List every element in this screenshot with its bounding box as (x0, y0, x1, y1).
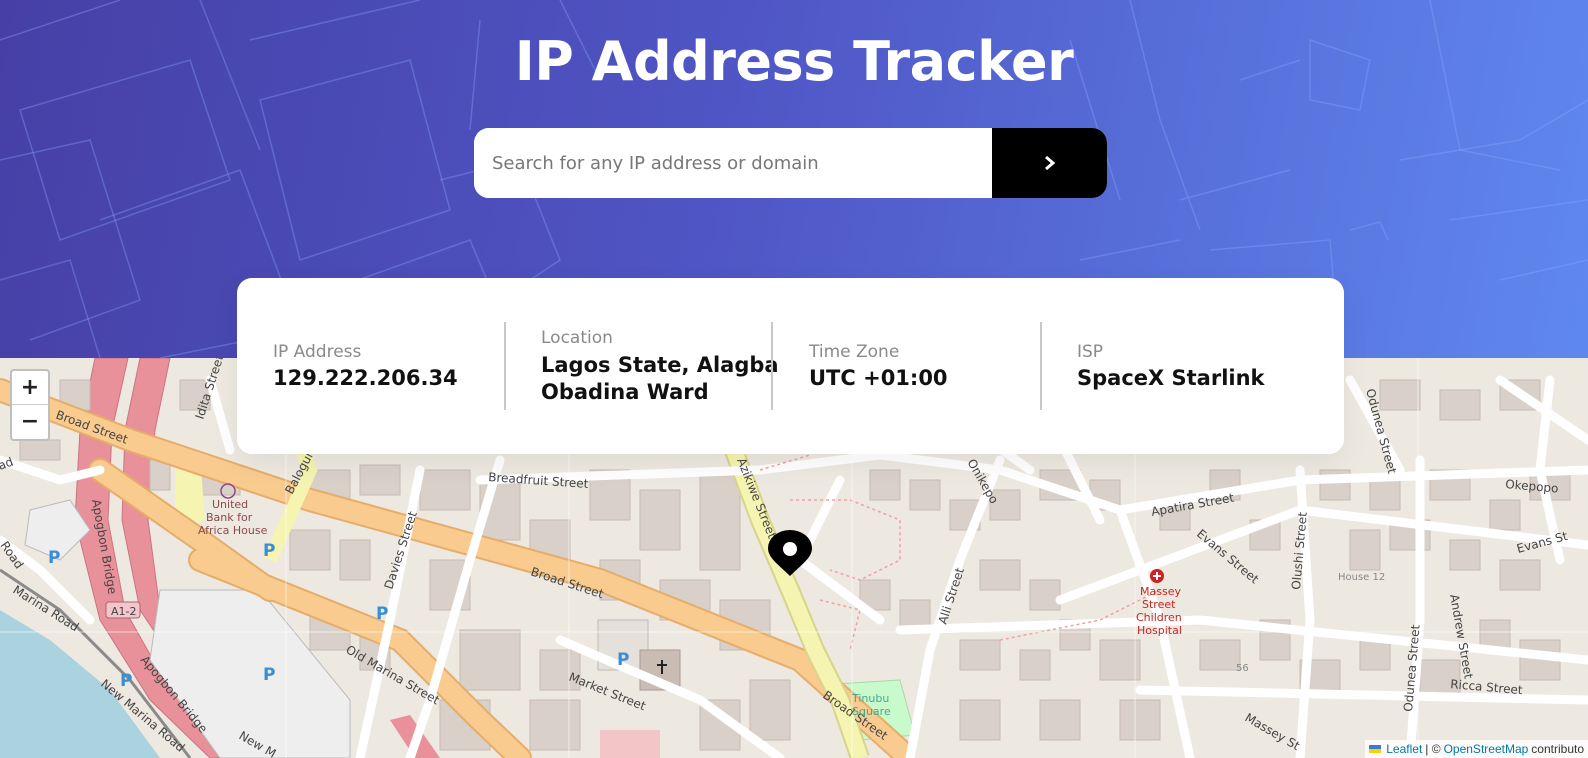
search-input[interactable] (474, 128, 992, 198)
poi-label: Massey (1140, 585, 1181, 598)
timezone-label: Time Zone (809, 342, 900, 362)
house-label: House 12 (1338, 572, 1385, 583)
parking-icon: P (263, 665, 275, 685)
ip-address-value: 129.222.206.34 (273, 366, 458, 390)
location-section: Location Lagos State, Alagba Obadina War… (541, 278, 781, 454)
street-label: Alli Street (936, 566, 967, 626)
parking-icon: P (48, 548, 60, 568)
leaflet-link[interactable]: Leaflet (1386, 742, 1422, 756)
search-submit-button[interactable] (992, 128, 1107, 198)
poi-label: Hospital (1137, 624, 1182, 637)
timezone-value: UTC +01:00 (809, 366, 948, 390)
page-title: IP Address Tracker (514, 30, 1074, 93)
divider (504, 322, 506, 410)
poi-label: Square (852, 705, 891, 718)
location-value-line1: Lagos State, Alagba (541, 353, 779, 377)
location-label: Location (541, 328, 613, 348)
poi-label: Tinubu (851, 692, 889, 705)
isp-section: ISP SpaceX Starlink (1077, 278, 1307, 454)
zoom-control: + − (10, 369, 50, 441)
ip-address-section: IP Address 129.222.206.34 (273, 278, 503, 454)
timezone-section: Time Zone UTC +01:00 (809, 278, 1039, 454)
poi-label: Street (1142, 598, 1176, 611)
house-label: 56 (1236, 663, 1249, 674)
poi-label: Africa House (198, 524, 268, 537)
poi-label: Bank for (206, 511, 253, 524)
map-attribution: Leaflet | © OpenStreetMap contributo (1365, 740, 1588, 758)
zoom-in-button[interactable]: + (12, 371, 48, 405)
poi-label: United (212, 498, 248, 511)
street-label: ad (0, 455, 15, 473)
attribution-suffix: contributo (1531, 742, 1584, 756)
chevron-right-icon (1044, 155, 1055, 171)
parking-icon: P (120, 671, 132, 691)
ukraine-flag-icon (1369, 745, 1382, 753)
isp-label: ISP (1077, 342, 1104, 362)
road-shield: A1-2 (111, 605, 137, 618)
osm-link[interactable]: OpenStreetMap (1444, 742, 1529, 756)
location-value-line2: Obadina Ward (541, 380, 709, 404)
attribution-separator: | © (1425, 742, 1441, 756)
parking-icon: P (617, 650, 629, 670)
info-card: IP Address 129.222.206.34 Location Lagos… (237, 278, 1344, 454)
ip-address-label: IP Address (273, 342, 362, 362)
poi-label: Children (1136, 611, 1182, 624)
zoom-out-button[interactable]: − (12, 405, 48, 438)
divider (771, 322, 773, 410)
isp-value: SpaceX Starlink (1077, 366, 1265, 390)
parking-icon: P (263, 541, 275, 561)
parking-icon: P (376, 604, 388, 624)
divider (1040, 322, 1042, 410)
street-label: Massey St (1243, 710, 1303, 753)
search-bar (474, 128, 1107, 198)
